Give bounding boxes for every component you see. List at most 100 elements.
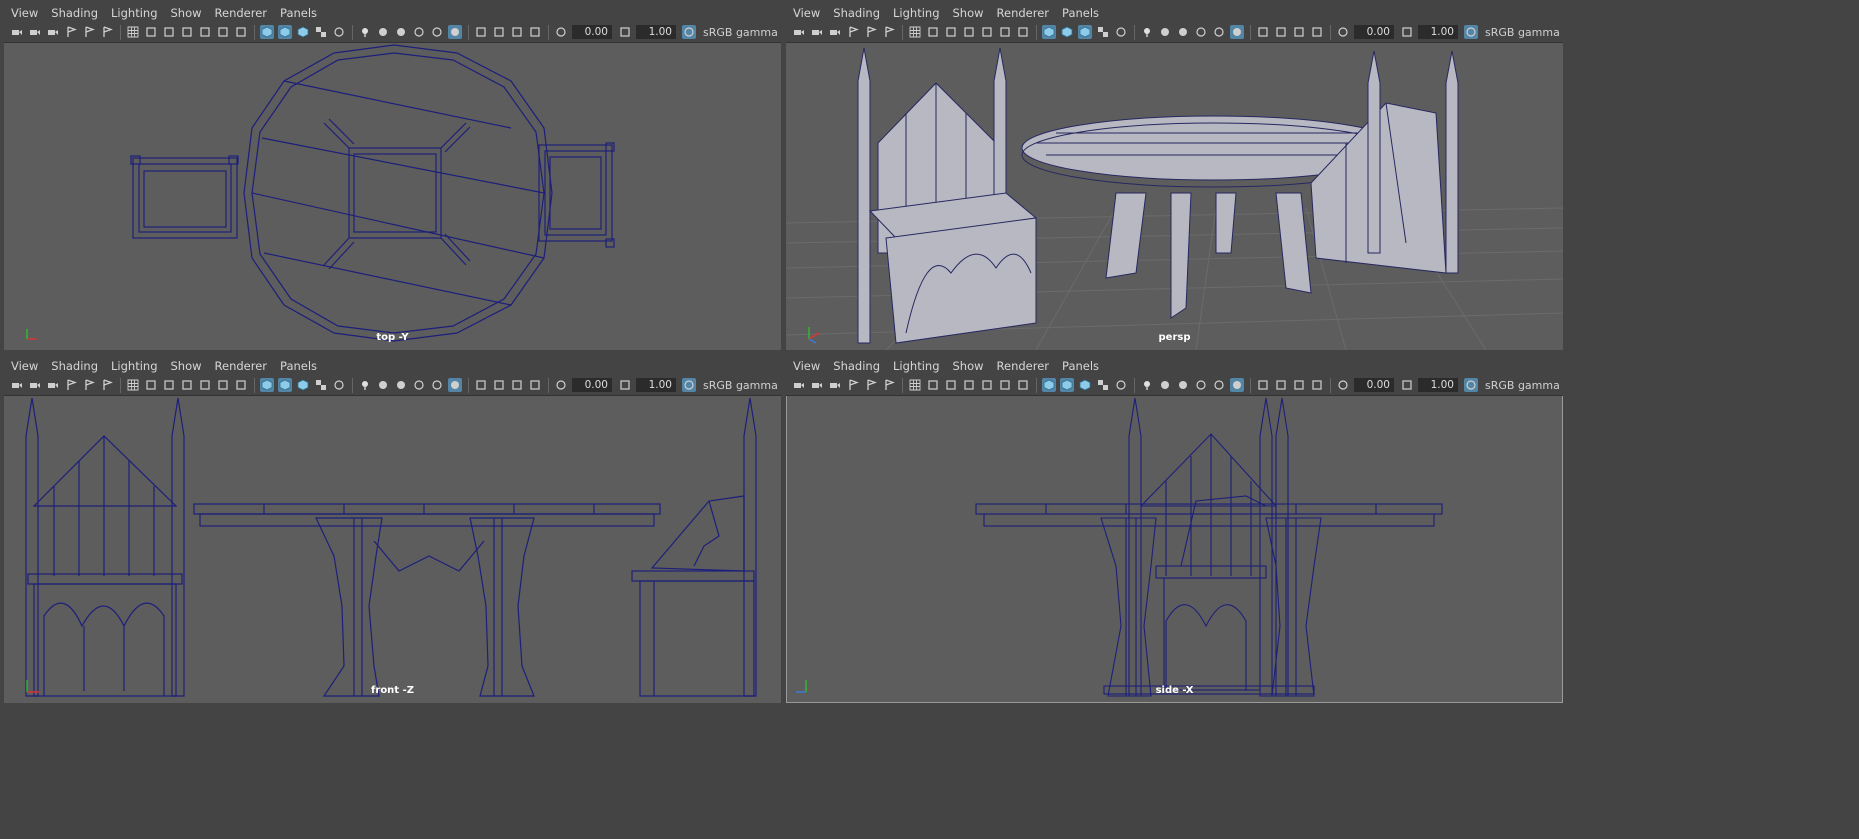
xray-icon[interactable] (1114, 25, 1128, 39)
film-gate-icon[interactable] (926, 25, 940, 39)
gate-mask-icon[interactable] (180, 25, 194, 39)
default-material-icon[interactable] (1078, 25, 1092, 39)
shadows-icon[interactable] (1158, 378, 1172, 392)
exposure-field[interactable]: 0.00 (1354, 378, 1394, 392)
field-chart-icon[interactable] (198, 378, 212, 392)
camera-attributes-icon[interactable] (810, 25, 824, 39)
grease-pencil-icon[interactable] (100, 25, 114, 39)
shadows-icon[interactable] (1158, 25, 1172, 39)
viewport-canvas[interactable]: side -X (786, 396, 1563, 703)
view-transform-label[interactable]: sRGB gamma (703, 379, 778, 392)
gamma-field[interactable]: 1.00 (636, 25, 676, 39)
shadows-icon[interactable] (376, 25, 390, 39)
lights-icon[interactable] (358, 378, 372, 392)
color-management-icon[interactable] (682, 25, 696, 39)
safe-title-icon[interactable] (1016, 25, 1030, 39)
textured-icon[interactable] (1096, 25, 1110, 39)
depth-of-field-icon[interactable] (448, 25, 462, 39)
backface-cull-icon[interactable] (528, 378, 542, 392)
menu-lighting[interactable]: Lighting (893, 359, 939, 373)
depth-of-field-icon[interactable] (448, 378, 462, 392)
anti-alias-icon[interactable] (430, 378, 444, 392)
gamma-icon[interactable] (1400, 25, 1414, 39)
menu-lighting[interactable]: Lighting (111, 359, 157, 373)
xray-active-icon[interactable] (510, 378, 524, 392)
menu-show[interactable]: Show (953, 6, 984, 20)
isolate-select-icon[interactable] (474, 378, 488, 392)
safe-title-icon[interactable] (1016, 378, 1030, 392)
film-gate-icon[interactable] (144, 378, 158, 392)
film-gate-icon[interactable] (926, 378, 940, 392)
menu-view[interactable]: View (793, 359, 820, 373)
screen-space-ao-icon[interactable] (394, 25, 408, 39)
menu-panels[interactable]: Panels (280, 6, 317, 20)
view-transform-label[interactable]: sRGB gamma (703, 26, 778, 39)
xray-joints-icon[interactable] (492, 378, 506, 392)
depth-of-field-icon[interactable] (1230, 25, 1244, 39)
exposure-field[interactable]: 0.00 (572, 25, 612, 39)
isolate-select-icon[interactable] (1256, 25, 1270, 39)
menu-view[interactable]: View (11, 359, 38, 373)
viewport-panel-side[interactable]: View Shading Lighting Show Renderer Pane… (786, 357, 1563, 703)
camera-select-icon[interactable] (10, 25, 24, 39)
menu-show[interactable]: Show (171, 6, 202, 20)
smooth-shade-icon[interactable] (1060, 378, 1074, 392)
resolution-gate-icon[interactable] (162, 25, 176, 39)
menu-view[interactable]: View (11, 6, 38, 20)
exposure-icon[interactable] (1336, 378, 1350, 392)
viewport-panel-persp[interactable]: View Shading Lighting Show Renderer Pane… (786, 4, 1563, 350)
camera-attributes-icon[interactable] (28, 25, 42, 39)
exposure-icon[interactable] (554, 378, 568, 392)
viewport-canvas[interactable]: front -Z (4, 396, 781, 703)
gamma-field[interactable]: 1.00 (1418, 25, 1458, 39)
exposure-icon[interactable] (1336, 25, 1350, 39)
bookmark-icon[interactable] (46, 378, 60, 392)
lights-icon[interactable] (1140, 25, 1154, 39)
gamma-field[interactable]: 1.00 (636, 378, 676, 392)
film-gate-icon[interactable] (144, 25, 158, 39)
gate-mask-icon[interactable] (962, 25, 976, 39)
field-chart-icon[interactable] (980, 378, 994, 392)
gate-mask-icon[interactable] (962, 378, 976, 392)
safe-action-icon[interactable] (998, 378, 1012, 392)
xray-joints-icon[interactable] (1274, 378, 1288, 392)
safe-title-icon[interactable] (234, 378, 248, 392)
viewport-panel-top[interactable]: View Shading Lighting Show Renderer Pane… (4, 4, 781, 350)
resolution-gate-icon[interactable] (944, 25, 958, 39)
anti-alias-icon[interactable] (430, 25, 444, 39)
camera-attributes-icon[interactable] (810, 378, 824, 392)
screen-space-ao-icon[interactable] (1176, 25, 1190, 39)
image-plane-icon[interactable] (64, 378, 78, 392)
2d-pan-zoom-icon[interactable] (864, 25, 878, 39)
motion-blur-icon[interactable] (1194, 378, 1208, 392)
field-chart-icon[interactable] (198, 25, 212, 39)
backface-cull-icon[interactable] (1310, 25, 1324, 39)
menu-renderer[interactable]: Renderer (215, 6, 268, 20)
bookmark-icon[interactable] (46, 25, 60, 39)
bookmark-icon[interactable] (828, 378, 842, 392)
menu-shading[interactable]: Shading (833, 359, 880, 373)
viewport-canvas[interactable]: top -Y (4, 43, 781, 350)
safe-action-icon[interactable] (216, 378, 230, 392)
smooth-shade-icon[interactable] (278, 378, 292, 392)
grid-icon[interactable] (908, 25, 922, 39)
menu-renderer[interactable]: Renderer (215, 359, 268, 373)
exposure-field[interactable]: 0.00 (1354, 25, 1394, 39)
anti-alias-icon[interactable] (1212, 25, 1226, 39)
default-material-icon[interactable] (1078, 378, 1092, 392)
viewport-panel-front[interactable]: View Shading Lighting Show Renderer Pane… (4, 357, 781, 703)
grid-icon[interactable] (126, 25, 140, 39)
depth-of-field-icon[interactable] (1230, 378, 1244, 392)
menu-panels[interactable]: Panels (280, 359, 317, 373)
field-chart-icon[interactable] (980, 25, 994, 39)
xray-active-icon[interactable] (1292, 25, 1306, 39)
motion-blur-icon[interactable] (412, 25, 426, 39)
camera-select-icon[interactable] (792, 378, 806, 392)
menu-show[interactable]: Show (171, 359, 202, 373)
xray-icon[interactable] (1114, 378, 1128, 392)
image-plane-icon[interactable] (846, 378, 860, 392)
viewport-canvas[interactable]: persp (786, 43, 1563, 350)
safe-title-icon[interactable] (234, 25, 248, 39)
grease-pencil-icon[interactable] (100, 378, 114, 392)
grease-pencil-icon[interactable] (882, 378, 896, 392)
